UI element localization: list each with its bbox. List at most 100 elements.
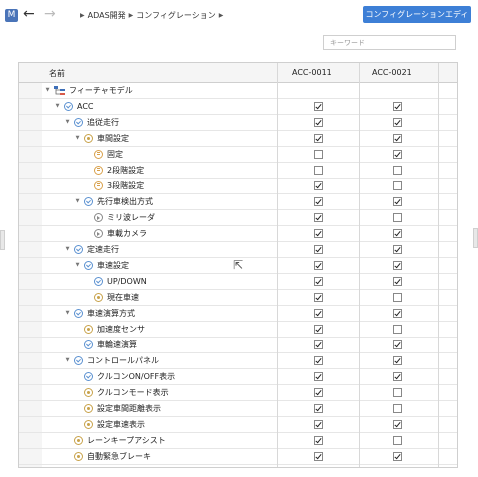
- checkbox-acc-0011[interactable]: [314, 356, 323, 366]
- search-input[interactable]: [323, 35, 456, 50]
- checkbox-acc-0021[interactable]: [393, 149, 402, 159]
- right-collapse-handle[interactable]: [473, 228, 478, 248]
- feature-name-cell: ▼ 先行車検出方式: [73, 194, 153, 209]
- feature-name-cell: 加速度センサ: [73, 322, 145, 337]
- checkbox-acc-0011[interactable]: [314, 260, 323, 270]
- table-row[interactable]: ミリ波レーダ: [19, 210, 457, 227]
- optional-feature-icon: [84, 388, 93, 398]
- table-row[interactable]: 設定車速表示: [19, 417, 457, 433]
- checkbox-acc-0011[interactable]: [314, 308, 323, 318]
- checkbox-acc-0011[interactable]: [314, 292, 323, 302]
- column-header-acc-0011[interactable]: ACC-0011: [292, 68, 332, 77]
- forward-arrow-icon[interactable]: →: [44, 6, 56, 22]
- table-row[interactable]: 設定車間距離表示: [19, 401, 457, 417]
- expand-toggle-icon[interactable]: ▼: [63, 242, 72, 257]
- checkbox-acc-0021[interactable]: [393, 165, 402, 175]
- table-row[interactable]: ▼ 定速走行: [19, 242, 457, 258]
- checkbox-acc-0021[interactable]: [393, 213, 402, 223]
- optional-feature-icon: [74, 451, 83, 461]
- checkbox-acc-0011[interactable]: [314, 324, 323, 334]
- optional-feature-icon: [84, 419, 93, 429]
- expand-toggle-icon[interactable]: ▼: [43, 83, 52, 98]
- checkbox-acc-0011[interactable]: [314, 404, 323, 413]
- checkbox-acc-0011[interactable]: [314, 117, 323, 127]
- checkbox-acc-0011[interactable]: [314, 340, 323, 350]
- left-collapse-handle[interactable]: [0, 230, 5, 250]
- table-row[interactable]: ▼ 先行車検出方式: [19, 194, 457, 211]
- checkbox-acc-0021[interactable]: [393, 181, 402, 191]
- checkbox-acc-0021[interactable]: [393, 372, 402, 382]
- checkbox-acc-0021[interactable]: [393, 340, 402, 350]
- checkbox-acc-0021[interactable]: [393, 197, 402, 207]
- checkbox-acc-0021[interactable]: [393, 388, 402, 398]
- checkbox-acc-0011[interactable]: [314, 133, 323, 143]
- checkbox-acc-0021[interactable]: [393, 435, 402, 445]
- table-row[interactable]: 3段階設定: [19, 178, 457, 195]
- table-row[interactable]: ▼ フィーチャモデル: [19, 83, 457, 99]
- feature-label: フィーチャモデル: [69, 86, 133, 95]
- table-row[interactable]: UP/DOWN: [19, 274, 457, 290]
- feature-name-cell: UP/DOWN: [83, 274, 147, 289]
- checkbox-acc-0011[interactable]: [314, 213, 323, 223]
- checkbox-acc-0011[interactable]: [314, 197, 323, 207]
- checkbox-acc-0021[interactable]: [393, 404, 402, 413]
- table-row[interactable]: ▼ 車速演算方式: [19, 306, 457, 322]
- checkbox-acc-0011[interactable]: [314, 372, 323, 382]
- breadcrumb-item-adas[interactable]: ADAS開発: [88, 11, 126, 20]
- table-row[interactable]: 加速度センサ: [19, 322, 457, 338]
- checkbox-acc-0021[interactable]: [393, 276, 402, 286]
- expand-toggle-icon[interactable]: ▼: [63, 353, 72, 368]
- checkbox-acc-0021[interactable]: [393, 324, 402, 334]
- table-row[interactable]: 車載カメラ: [19, 226, 457, 243]
- checkbox-acc-0011[interactable]: [314, 149, 323, 159]
- checkbox-acc-0021[interactable]: [393, 101, 402, 111]
- feature-name-cell: ミリ波レーダ: [83, 210, 155, 225]
- checkbox-acc-0011[interactable]: [314, 181, 323, 191]
- expand-toggle-icon[interactable]: ▼: [53, 99, 62, 114]
- checkbox-acc-0021[interactable]: [393, 356, 402, 366]
- checkbox-acc-0021[interactable]: [393, 451, 402, 461]
- table-row[interactable]: ▼ コントロールパネル: [19, 353, 457, 370]
- table-row[interactable]: 車輪速演算: [19, 337, 457, 354]
- table-row[interactable]: レーンキープアシスト: [19, 433, 457, 449]
- expand-toggle-icon[interactable]: ▼: [73, 194, 82, 209]
- checkbox-acc-0021[interactable]: [393, 292, 402, 302]
- checkbox-acc-0021[interactable]: [393, 133, 402, 143]
- table-row[interactable]: 自動緊急ブレーキ: [19, 449, 457, 465]
- table-row[interactable]: 2段階設定: [19, 163, 457, 179]
- checkbox-acc-0011[interactable]: [314, 435, 323, 445]
- checkbox-acc-0021[interactable]: [393, 308, 402, 318]
- feature-name-cell: ▼ 定速走行: [63, 242, 119, 257]
- checkbox-acc-0011[interactable]: [314, 229, 323, 239]
- table-row[interactable]: ▼ 追従走行: [19, 115, 457, 131]
- table-row[interactable]: ▼ ACC: [19, 99, 457, 115]
- table-row[interactable]: 固定: [19, 147, 457, 163]
- checkbox-acc-0021[interactable]: [393, 117, 402, 127]
- expand-toggle-icon[interactable]: ▼: [63, 306, 72, 321]
- column-header-name[interactable]: 名前: [49, 68, 65, 79]
- breadcrumb-item-configuration[interactable]: コンフィグレーション: [136, 11, 215, 20]
- checkbox-acc-0011[interactable]: [314, 388, 323, 398]
- column-header-acc-0021[interactable]: ACC-0021: [372, 68, 412, 77]
- app-badge[interactable]: M: [5, 9, 18, 22]
- checkbox-acc-0011[interactable]: [314, 165, 323, 175]
- feature-label: 定速走行: [87, 245, 119, 254]
- expand-toggle-icon[interactable]: ▼: [63, 115, 72, 130]
- back-arrow-icon[interactable]: ←: [23, 6, 35, 22]
- table-row[interactable]: ▼ 車間設定: [19, 131, 457, 147]
- table-row[interactable]: クルコンモード表示: [19, 385, 457, 402]
- expand-toggle-icon[interactable]: ▼: [73, 258, 82, 273]
- checkbox-acc-0011[interactable]: [314, 419, 323, 429]
- checkbox-acc-0011[interactable]: [314, 451, 323, 461]
- checkbox-acc-0011[interactable]: [314, 101, 323, 111]
- checkbox-acc-0021[interactable]: [393, 229, 402, 239]
- configuration-editor-button[interactable]: コンフィグレーションエディタ: [363, 6, 471, 36]
- checkbox-acc-0011[interactable]: [314, 276, 323, 286]
- expand-toggle-icon[interactable]: ▼: [73, 131, 82, 146]
- checkbox-acc-0021[interactable]: [393, 419, 402, 429]
- table-row[interactable]: 現在車速: [19, 290, 457, 306]
- checkbox-acc-0011[interactable]: [314, 245, 323, 254]
- checkbox-acc-0021[interactable]: [393, 245, 402, 254]
- table-row[interactable]: クルコンON/OFF表示: [19, 369, 457, 386]
- checkbox-acc-0021[interactable]: [393, 260, 402, 270]
